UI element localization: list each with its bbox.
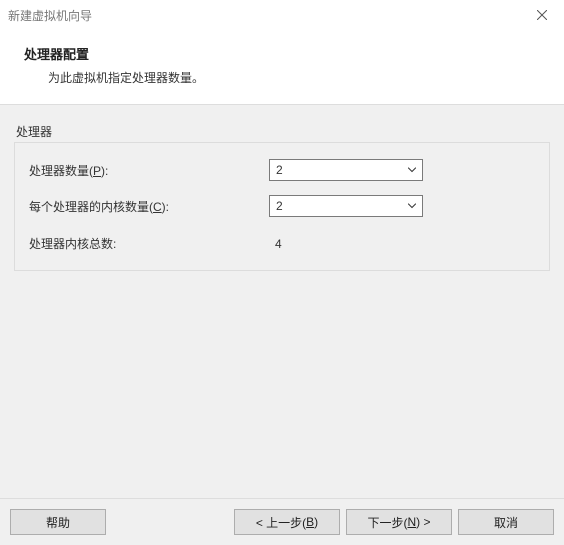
- help-button[interactable]: 帮助: [10, 509, 106, 535]
- content-area: 处理器 处理器数量(P): 2 每个处理器的内核数量(C): 2: [0, 104, 564, 504]
- back-button[interactable]: < 上一步(B): [234, 509, 340, 535]
- footer: 帮助 < 上一步(B) 下一步(N) > 取消: [0, 498, 564, 545]
- total-cores-value: 4: [269, 237, 282, 251]
- wizard-header: 处理器配置 为此虚拟机指定处理器数量。: [0, 30, 564, 104]
- row-cores-per-processor: 每个处理器的内核数量(C): 2: [29, 195, 535, 217]
- chevron-down-icon: [408, 168, 416, 173]
- cores-per-processor-select[interactable]: 2: [269, 195, 423, 217]
- num-processors-select[interactable]: 2: [269, 159, 423, 181]
- next-button[interactable]: 下一步(N) >: [346, 509, 452, 535]
- total-cores-label: 处理器内核总数:: [29, 235, 269, 252]
- page-subtitle: 为此虚拟机指定处理器数量。: [48, 69, 544, 86]
- titlebar: 新建虚拟机向导: [0, 0, 564, 30]
- processor-group: 处理器数量(P): 2 每个处理器的内核数量(C): 2 处理器内核总数:: [14, 142, 550, 271]
- close-button[interactable]: [519, 0, 564, 30]
- num-processors-label: 处理器数量(P):: [29, 162, 269, 179]
- close-icon: [537, 10, 547, 20]
- chevron-down-icon: [408, 204, 416, 209]
- window-title: 新建虚拟机向导: [8, 7, 92, 24]
- row-num-processors: 处理器数量(P): 2: [29, 159, 535, 181]
- group-title: 处理器: [14, 123, 550, 140]
- row-total-cores: 处理器内核总数: 4: [29, 235, 535, 252]
- cores-per-processor-label: 每个处理器的内核数量(C):: [29, 198, 269, 215]
- page-title: 处理器配置: [24, 44, 544, 63]
- cores-per-processor-value: 2: [276, 199, 283, 213]
- cancel-button[interactable]: 取消: [458, 509, 554, 535]
- num-processors-value: 2: [276, 163, 283, 177]
